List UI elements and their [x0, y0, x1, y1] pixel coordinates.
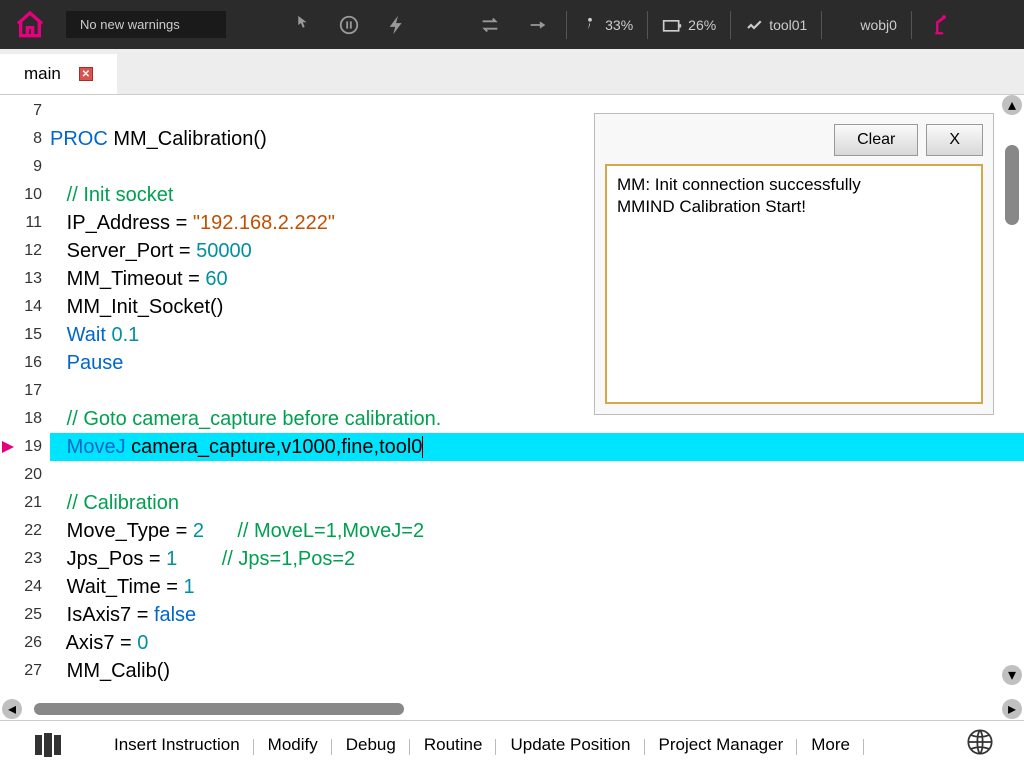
- globe-icon[interactable]: [966, 728, 994, 761]
- panels-icon[interactable]: [0, 733, 100, 757]
- speed-display[interactable]: 33%: [571, 16, 643, 34]
- code-editor[interactable]: 789101112131415161718192021222324252627 …: [0, 95, 1024, 685]
- line-gutter: 789101112131415161718192021222324252627: [0, 95, 50, 685]
- warnings-display[interactable]: No new warnings: [66, 11, 226, 38]
- loop-icon[interactable]: [466, 0, 514, 49]
- pause-icon[interactable]: [325, 0, 373, 49]
- top-toolbar: No new warnings 33% 26% tool01 wobj0: [0, 0, 1024, 49]
- bottom-toolbar: Insert InstructionModifyDebugRoutineUpda…: [0, 720, 1024, 768]
- wobj-display[interactable]: wobj0: [826, 16, 907, 34]
- output-log: MM: Init connection successfullyMMIND Ca…: [605, 164, 983, 404]
- step-icon[interactable]: [514, 0, 562, 49]
- clear-button[interactable]: Clear: [834, 124, 918, 156]
- scroll-thumb[interactable]: [1005, 145, 1019, 225]
- bb-project-manager[interactable]: Project Manager: [645, 735, 798, 755]
- hscroll-thumb[interactable]: [34, 703, 404, 715]
- bb-debug[interactable]: Debug: [332, 735, 410, 755]
- horizontal-scrollbar[interactable]: ◂ ▸: [0, 698, 1024, 720]
- scroll-up-icon[interactable]: ▴: [1002, 95, 1022, 115]
- bb-modify[interactable]: Modify: [254, 735, 332, 755]
- bb-update-position[interactable]: Update Position: [496, 735, 644, 755]
- bb-routine[interactable]: Routine: [410, 735, 497, 755]
- bb-insert-instruction[interactable]: Insert Instruction: [100, 735, 254, 755]
- output-panel: Clear X MM: Init connection successfully…: [594, 113, 994, 415]
- load-display[interactable]: 26%: [652, 17, 726, 33]
- pointer-icon[interactable]: [277, 0, 325, 49]
- tab-label: main: [24, 64, 61, 84]
- tab-close-button[interactable]: ✕: [79, 67, 93, 81]
- scroll-left-icon[interactable]: ◂: [2, 699, 22, 719]
- vertical-scrollbar[interactable]: ▴ ▾: [1002, 95, 1022, 685]
- scroll-down-icon[interactable]: ▾: [1002, 665, 1022, 685]
- home-button[interactable]: [0, 0, 60, 49]
- tool-display[interactable]: tool01: [735, 16, 817, 34]
- tab-bar: main ✕: [0, 49, 1024, 95]
- scroll-right-icon[interactable]: ▸: [1002, 699, 1022, 719]
- tab-main[interactable]: main ✕: [0, 54, 117, 94]
- close-output-button[interactable]: X: [926, 124, 983, 156]
- bb-more[interactable]: More: [797, 735, 864, 755]
- robot-arm-icon[interactable]: [916, 0, 964, 49]
- flash-icon[interactable]: [373, 0, 421, 49]
